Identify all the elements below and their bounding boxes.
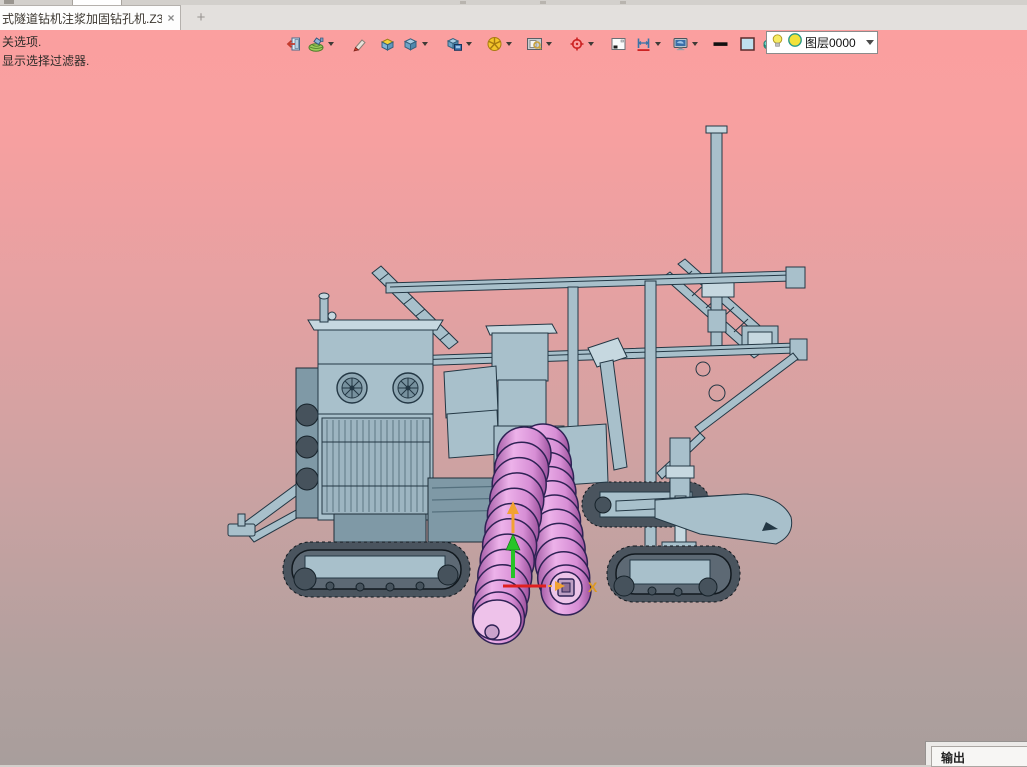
new-tab-button[interactable]: + bbox=[190, 7, 212, 28]
drill-rig-model: X bbox=[227, 125, 808, 645]
3d-model-canvas[interactable]: X bbox=[0, 30, 1027, 765]
ribbon-fragment bbox=[4, 0, 14, 4]
auger-front bbox=[471, 426, 552, 645]
tab-close-icon[interactable]: × bbox=[162, 11, 180, 25]
ribbon-fragment bbox=[620, 1, 626, 4]
ribbon-fragment bbox=[540, 1, 546, 4]
axis-x-label: X bbox=[588, 579, 598, 595]
ribbon-fragment bbox=[460, 1, 466, 4]
app-window: 式隧道钻机注浆加固钻孔机.Z3 × + 关选项. 显示选择过滤器. 图层0000 bbox=[0, 0, 1027, 767]
output-panel-tab[interactable]: 输出 bbox=[931, 746, 1027, 767]
document-tab-bar: 式隧道钻机注浆加固钻孔机.Z3 × + bbox=[0, 5, 1027, 31]
3d-viewport[interactable]: 关选项. 显示选择过滤器. 图层0000 X 输出 bbox=[0, 30, 1027, 767]
document-tab-title: 式隧道钻机注浆加固钻孔机.Z3 bbox=[2, 11, 162, 26]
output-panel: 输出 bbox=[925, 741, 1027, 767]
document-tab[interactable]: 式隧道钻机注浆加固钻孔机.Z3 × bbox=[0, 5, 181, 30]
